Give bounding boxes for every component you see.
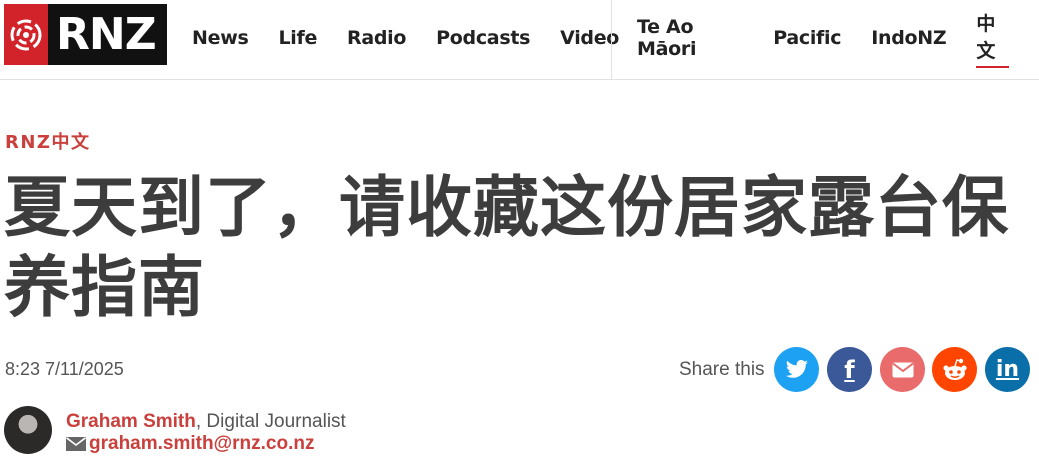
nav-te-ao-maori[interactable]: Te Ao Māori <box>637 16 743 60</box>
share-facebook-button[interactable]: f <box>827 347 872 392</box>
share-twitter-button[interactable] <box>774 347 819 392</box>
nav-podcasts[interactable]: Podcasts <box>436 27 530 49</box>
author-name-link[interactable]: Graham Smith <box>66 411 196 432</box>
author-avatar[interactable] <box>4 406 52 454</box>
section-label[interactable]: RNZ中文 <box>5 128 90 154</box>
logo-text: RNZ <box>56 9 157 60</box>
share-label: Share this <box>679 359 765 380</box>
envelope-icon <box>66 437 86 451</box>
nav-indonz[interactable]: IndoNZ <box>871 27 946 49</box>
nav-chinese[interactable]: 中文 <box>976 9 1009 68</box>
share-reddit-button[interactable] <box>932 347 977 392</box>
facebook-icon: f <box>844 355 855 384</box>
linkedin-icon: in <box>995 356 1020 382</box>
article-headline: 夏天到了，请收藏这份居家露台保养指南 <box>4 169 1009 326</box>
nav-pacific[interactable]: Pacific <box>773 27 841 49</box>
rnz-logo[interactable]: RNZ <box>4 4 167 65</box>
nav-radio[interactable]: Radio <box>347 27 406 49</box>
share-email-button[interactable] <box>880 347 925 392</box>
reddit-icon <box>942 358 967 380</box>
rnz-logo-mark-icon <box>4 4 48 65</box>
share-linkedin-button[interactable]: in <box>985 347 1030 392</box>
twitter-icon <box>785 359 808 378</box>
primary-nav: News Life Radio Podcasts Video <box>192 0 649 76</box>
author-email-line: graham.smith@rnz.co.nz <box>66 433 314 455</box>
author-byline: Graham Smith, Digital Journalist <box>66 411 346 433</box>
article-dateline: 8:23 7/11/2025 <box>5 359 124 379</box>
secondary-nav: Te Ao Māori Pacific IndoNZ 中文 <box>637 0 1039 76</box>
nav-divider <box>611 0 612 80</box>
nav-life[interactable]: Life <box>278 27 317 49</box>
email-icon <box>891 362 914 377</box>
author-role: , Digital Journalist <box>195 411 346 432</box>
site-header: RNZ News Life Radio Podcasts Video Te Ao… <box>0 0 1039 80</box>
nav-news[interactable]: News <box>192 27 249 49</box>
author-email-link[interactable]: graham.smith@rnz.co.nz <box>89 433 314 454</box>
